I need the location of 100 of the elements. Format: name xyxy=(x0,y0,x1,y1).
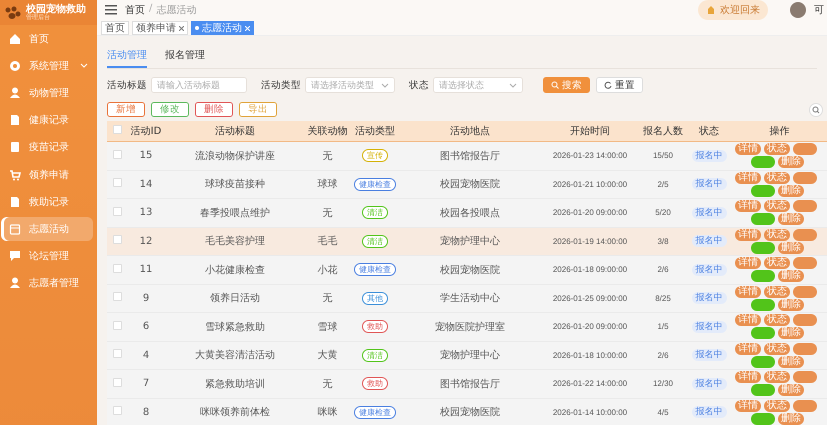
sidebar-item[interactable]: 论坛管理 xyxy=(4,244,93,268)
sidebar-item[interactable]: 动物管理 xyxy=(4,80,93,105)
checkbox[interactable] xyxy=(112,320,122,330)
action-button[interactable] xyxy=(793,143,817,156)
table-row[interactable]: 13 春季投喂点维护 无 清洁 校园各投喂点 2026-01-20 09:00:00 5/20 报名中 详情 状态 删除 xyxy=(107,198,827,227)
sidebar-item[interactable]: 救助记录 xyxy=(4,190,93,214)
checkbox[interactable] xyxy=(112,178,122,188)
breadcrumb-item[interactable]: 志愿活动 xyxy=(156,3,196,17)
table-row[interactable]: 12 毛毛美容护理 毛毛 清洁 宠物护理中心 2026-01-19 14:00:00 3/8 报名中 详情 状态 删除 xyxy=(107,227,827,256)
status-button[interactable]: 状态 xyxy=(764,286,790,298)
delete-button[interactable]: 删除 xyxy=(778,384,804,396)
action-button[interactable] xyxy=(751,384,775,396)
table-row[interactable]: 8 咪咪领养前体检 咪咪 健康检查 校园宠物医院 2026-01-14 10:00:00 4/5 报名中 详情 状态 删除 xyxy=(107,398,827,425)
details-button[interactable]: 详情 xyxy=(735,257,761,270)
status-button[interactable]: 状态 xyxy=(764,342,790,355)
details-button[interactable]: 详情 xyxy=(735,342,761,355)
table-row[interactable]: 7 紧急救助培训 无 救助 图书馆报告厅 2026-01-22 14:00:00 12/30 报名中 详情 状态 删除 xyxy=(107,370,827,398)
details-button[interactable]: 详情 xyxy=(735,200,761,212)
table-row[interactable]: 6 雪球紧急救助 雪球 救助 宠物医院护理室 2026-01-20 09:00:00 1/5 报名中 详情 状态 删除 xyxy=(107,312,827,341)
action-button[interactable] xyxy=(751,242,775,254)
toolbar-button[interactable]: 删除 xyxy=(195,102,233,117)
action-button[interactable] xyxy=(793,342,817,355)
status-button[interactable]: 状态 xyxy=(764,400,790,412)
action-button[interactable] xyxy=(793,257,817,270)
delete-button[interactable]: 删除 xyxy=(778,242,804,254)
table-row[interactable]: 4 大黄美容清洁活动 大黄 清洁 宠物护理中心 2026-01-18 10:00:00 2/6 报名中 详情 状态 删除 xyxy=(107,341,827,370)
sidebar-item[interactable]: 系统管理 xyxy=(4,54,93,78)
sidebar-item[interactable]: 健康记录 xyxy=(4,108,93,132)
user-avatar[interactable] xyxy=(790,2,806,18)
search-button[interactable]: 搜索 xyxy=(543,77,590,93)
sidebar-item[interactable]: 志愿活动 xyxy=(4,216,93,241)
toolbar-button[interactable]: 新增 xyxy=(107,102,145,117)
action-button[interactable] xyxy=(751,270,775,282)
action-button[interactable] xyxy=(793,371,817,384)
status-button[interactable]: 状态 xyxy=(764,143,790,156)
action-button[interactable] xyxy=(751,412,775,425)
status-button[interactable]: 状态 xyxy=(764,371,790,384)
details-button[interactable]: 详情 xyxy=(735,371,761,384)
action-button[interactable] xyxy=(793,314,817,326)
action-button[interactable] xyxy=(751,213,775,226)
select-field[interactable]: 请选择状态 xyxy=(433,77,523,93)
delete-button[interactable]: 删除 xyxy=(778,356,804,368)
details-button[interactable]: 详情 xyxy=(735,286,761,298)
checkbox[interactable] xyxy=(112,264,122,273)
sidebar-item[interactable]: 疫苗记录 xyxy=(4,135,93,160)
status-button[interactable]: 状态 xyxy=(764,228,790,241)
reset-button[interactable]: 重置 xyxy=(596,77,643,93)
delete-button[interactable]: 删除 xyxy=(778,327,804,340)
status-button[interactable]: 状态 xyxy=(764,257,790,270)
details-button[interactable]: 详情 xyxy=(735,172,761,184)
checkbox[interactable] xyxy=(112,292,122,302)
delete-button[interactable]: 删除 xyxy=(778,412,804,425)
select-field[interactable]: 请选择活动类型 xyxy=(305,77,395,93)
checkbox[interactable] xyxy=(112,349,122,358)
table-row[interactable]: 11 小花健康检查 小花 健康检查 校园宠物医院 2026-01-18 09:00:00 2/6 报名中 详情 状态 删除 xyxy=(107,256,827,284)
action-button[interactable] xyxy=(793,286,817,298)
action-button[interactable] xyxy=(751,356,775,368)
delete-button[interactable]: 删除 xyxy=(778,298,804,311)
status-button[interactable]: 状态 xyxy=(764,200,790,212)
table-cell: 图书馆报告厅 xyxy=(440,378,500,390)
action-button[interactable] xyxy=(793,400,817,412)
action-button[interactable] xyxy=(751,298,775,311)
details-button[interactable]: 详情 xyxy=(735,228,761,241)
status-button[interactable]: 状态 xyxy=(764,172,790,184)
input-field[interactable]: 请输入活动标题 xyxy=(151,77,247,93)
breadcrumb-item[interactable]: 首页 xyxy=(125,3,145,17)
page-tab[interactable]: 领养申请 xyxy=(132,21,188,35)
welcome-button[interactable]: 欢迎回来 xyxy=(698,0,768,20)
action-button[interactable] xyxy=(793,172,817,184)
toolbar-button[interactable]: 修改 xyxy=(151,102,189,117)
delete-button[interactable]: 删除 xyxy=(778,184,804,197)
action-button[interactable] xyxy=(751,156,775,168)
delete-button[interactable]: 删除 xyxy=(778,270,804,282)
checkbox[interactable] xyxy=(112,206,122,216)
checkbox[interactable] xyxy=(112,150,122,159)
tab[interactable]: 报名管理 xyxy=(165,46,205,68)
table-row[interactable]: 15 流浪动物保护讲座 无 宣传 图书馆报告厅 2026-01-23 14:00:00 15/50 报名中 详情 状态 删除 xyxy=(107,142,827,170)
sidebar-item[interactable]: 领养申请 xyxy=(4,162,93,187)
table-row[interactable]: 9 领养日活动 无 其他 学生活动中心 2026-01-25 09:00:00 8/25 报名中 详情 状态 删除 xyxy=(107,284,827,312)
delete-button[interactable]: 删除 xyxy=(778,213,804,226)
details-button[interactable]: 详情 xyxy=(735,314,761,326)
table-row[interactable]: 14 球球疫苗接种 球球 健康检查 校园宠物医院 2026-01-21 10:00:00 2/5 报名中 详情 状态 删除 xyxy=(107,170,827,198)
toolbar-button[interactable]: 导出 xyxy=(239,102,277,117)
action-button[interactable] xyxy=(751,184,775,197)
checkbox[interactable] xyxy=(112,378,122,387)
status-button[interactable]: 状态 xyxy=(764,314,790,326)
details-button[interactable]: 详情 xyxy=(735,143,761,156)
sidebar-item[interactable]: 志愿者管理 xyxy=(4,271,93,296)
action-button[interactable] xyxy=(793,228,817,241)
sidebar-item[interactable]: 首页 xyxy=(4,26,93,51)
delete-button[interactable]: 删除 xyxy=(778,156,804,168)
tab[interactable]: 活动管理 xyxy=(107,46,147,68)
checkbox[interactable] xyxy=(112,235,122,244)
page-tab[interactable]: 志愿活动 xyxy=(191,21,254,35)
action-button[interactable] xyxy=(751,327,775,340)
action-button[interactable] xyxy=(793,200,817,212)
details-button[interactable]: 详情 xyxy=(735,400,761,412)
page-tab[interactable]: 首页 xyxy=(101,21,129,35)
checkbox[interactable] xyxy=(112,406,122,416)
checkbox[interactable] xyxy=(112,125,122,134)
